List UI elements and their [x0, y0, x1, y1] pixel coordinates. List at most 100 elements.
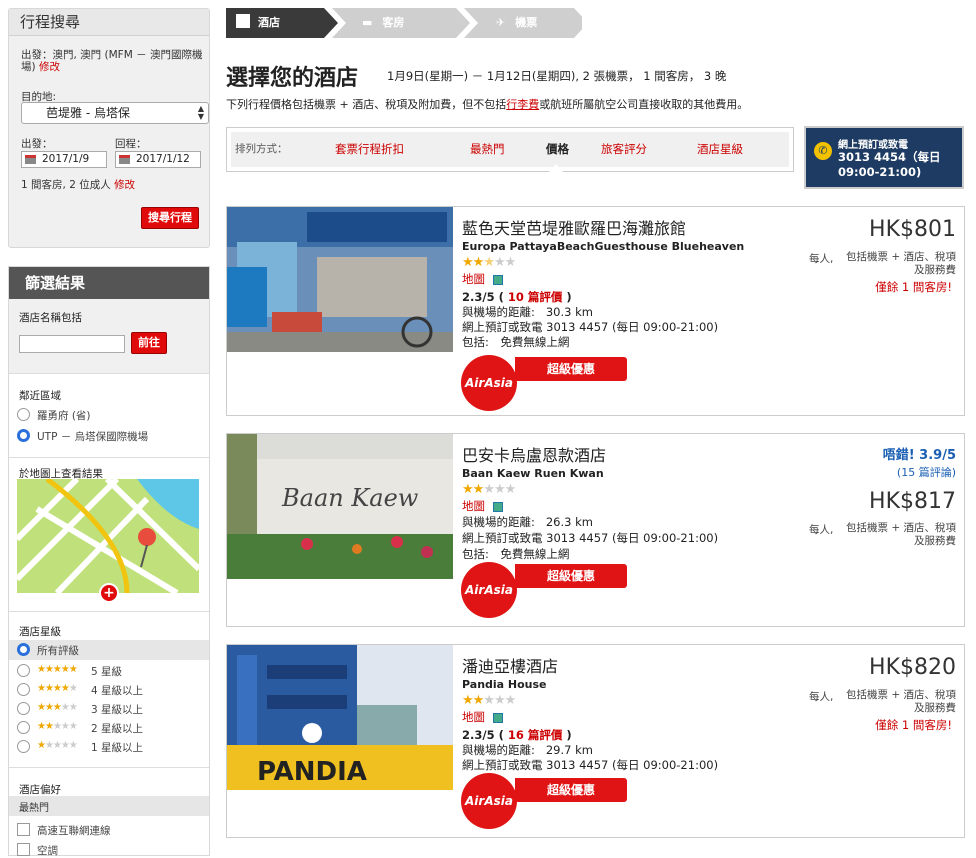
preference-label: 酒店偏好 [19, 784, 61, 796]
search-panel: 行程搜尋 出發：澳門, 澳門 (MFM － 澳門國際機場) 修改 目的地: 芭堤… [8, 8, 210, 248]
pref-checkbox-internet[interactable] [17, 823, 30, 836]
building-icon [236, 14, 250, 28]
phone-booking-box: ✆ 網上預訂或致電 3013 4454（每日 09:00-21:00) [804, 126, 964, 189]
baggage-fee-link[interactable]: 行李費 [506, 98, 539, 111]
svg-text:Baan Kaew: Baan Kaew [281, 484, 419, 512]
origin-text: 出發：澳門, 澳門 (MFM － 澳門國際機場) 修改 [21, 49, 203, 73]
map-link[interactable]: 地圖 [462, 271, 485, 287]
select-arrows-icon: ▲ ▼ [197, 104, 204, 121]
edit-origin-link[interactable]: 修改 [39, 61, 60, 73]
return-date-input[interactable]: 2017/1/12 [115, 151, 201, 168]
star-option: 4 星級以上 [91, 685, 144, 697]
star-option: 2 星級以上 [91, 723, 144, 735]
name-filter-section: 酒店名稱包括 前往 [9, 299, 209, 373]
area-section: 鄰近區域 羅勇府 (省) UTP － 烏塔保國際機場 [9, 373, 209, 459]
area-label: 鄰近區域 [19, 390, 61, 402]
phone-line3: 09:00-21:00) [838, 165, 922, 179]
distance-text: 與機場的距離: 30.3 km [462, 305, 593, 319]
hotel-photo[interactable] [227, 207, 453, 352]
star-radio-5[interactable] [17, 664, 30, 677]
sort-stars[interactable]: 酒店星級 [697, 141, 743, 157]
phone-icon: ✆ [814, 142, 832, 160]
sort-discount[interactable]: 套票行程折扣 [335, 141, 404, 157]
pref-checkbox-aircon[interactable] [17, 843, 30, 856]
map-icon[interactable] [493, 502, 503, 512]
bed-icon: ▬ [362, 16, 373, 29]
area-radio-province[interactable] [17, 408, 30, 421]
hotel-name[interactable]: 藍色天堂芭堤雅歐羅巴海灘旅館 [462, 215, 686, 239]
rooms-left-text: 僅餘 1 間客房! [875, 280, 952, 294]
pref-option: 高速互聯網連線 [37, 825, 111, 837]
destination-select[interactable]: 芭堤雅 - 烏塔保 ▲ ▼ [21, 102, 209, 124]
hotel-name[interactable]: 巴安卡烏盧恩款酒店 [462, 442, 606, 466]
guests-text: 1 間客房, 2 位成人 修改 [21, 179, 136, 191]
airasia-logo: AirAsia [461, 562, 517, 618]
hotel-english-name: Europa PattayaBeachGuesthouse Blueheaven [462, 240, 745, 253]
star-option-all: 所有評級 [37, 645, 79, 657]
trip-summary: 1月9日(星期一) － 1月12日(星期四), 2 張機票， 1 間客房， 3 … [387, 69, 727, 83]
includes-text: 包括: 免費無線上網 [462, 335, 570, 349]
map-expand-icon[interactable]: + [99, 583, 119, 603]
edit-guests-link[interactable]: 修改 [114, 179, 135, 191]
per-person-text: 每人, [809, 524, 834, 536]
booking-phone-text: 網上預訂或致電 3013 4457 (每日 09:00-21:00) [462, 320, 719, 334]
star-rating-icon: ★★★★★ [37, 664, 78, 675]
star-radio-all[interactable] [17, 643, 30, 656]
area-option: UTP － 烏塔保國際機場 [37, 431, 149, 443]
star-option: 5 星級 [91, 666, 123, 678]
search-button[interactable]: 搜尋行程 [141, 207, 199, 229]
sort-price[interactable]: 價格 [546, 141, 569, 157]
sort-label: 排列方式： [235, 143, 288, 155]
star-radio-1[interactable] [17, 740, 30, 753]
hotel-price: HK$801 [869, 217, 956, 242]
active-sort-indicator [549, 164, 563, 172]
sort-popular[interactable]: 最熱門 [470, 141, 505, 157]
map-link[interactable]: 地圖 [462, 709, 485, 725]
map-link[interactable]: 地圖 [462, 498, 485, 514]
map-section: 於地圖上查看結果 + [9, 457, 209, 611]
plane-icon: ✈ [496, 16, 506, 29]
airasia-logo: AirAsia [461, 773, 517, 829]
step-hotel[interactable]: 酒店 [236, 8, 280, 38]
hotel-price: HK$820 [869, 655, 956, 680]
hotel-name-input[interactable] [19, 335, 125, 353]
review-score: 2.3/5 ( 10 篇評價 ) [462, 290, 572, 304]
reviews-link[interactable]: 16 篇評價 [508, 728, 563, 742]
map-thumbnail[interactable] [17, 479, 199, 593]
distance-text: 與機場的距離: 26.3 km [462, 515, 593, 529]
star-section: 酒店星級 所有評級 ★★★★★ 5 星級 ★★★★★ 4 星級以上 ★★★★★ … [9, 611, 209, 767]
hotel-photo[interactable]: PANDIA [227, 645, 453, 790]
price-includes-text: 包括機票 + 酒店、稅項及服務費 [846, 689, 956, 714]
booking-phone-text: 網上預訂或致電 3013 4457 (每日 09:00-21:00) [462, 758, 719, 772]
map-icon[interactable] [493, 275, 503, 285]
star-rating-icon: ★★★★★ [37, 683, 78, 694]
step-room[interactable]: ▬ 客房 [362, 8, 404, 38]
depart-date-input[interactable]: 2017/1/9 [21, 151, 107, 168]
map-icon[interactable] [493, 713, 503, 723]
area-radio-airport[interactable] [17, 429, 30, 442]
hotel-name[interactable]: 潘迪亞樓酒店 [462, 653, 558, 677]
price-includes-text: 包括機票 + 酒店、稅項及服務費 [846, 522, 956, 547]
star-rating-icon: ★★★★★ [462, 255, 516, 270]
svg-text:PANDIA: PANDIA [257, 757, 367, 787]
filter-panel-title: 篩選結果 [9, 267, 209, 299]
hotel-card[interactable]: Baan Kaew 巴安卡烏盧恩款酒店 Baan Kaew Ruen Kwan … [226, 433, 965, 627]
hotel-card[interactable]: PANDIA 潘迪亞樓酒店 Pandia House ★★★★★ 地圖 2.3/… [226, 644, 965, 838]
reviews-link[interactable]: 10 篇評價 [508, 290, 563, 304]
guest-reviews-link[interactable]: (15 篇評論) [897, 464, 956, 480]
star-radio-2[interactable] [17, 721, 30, 734]
sort-rating[interactable]: 旅客評分 [601, 141, 647, 157]
star-radio-4[interactable] [17, 683, 30, 696]
go-button[interactable]: 前往 [131, 332, 167, 354]
star-label: 酒店星級 [19, 626, 61, 638]
step-flight[interactable]: ✈ 機票 [496, 8, 537, 38]
page-title: 選擇您的酒店 [226, 66, 359, 91]
hotel-card[interactable]: 藍色天堂芭堤雅歐羅巴海灘旅館 Europa PattayaBeachGuesth… [226, 206, 965, 416]
per-person-text: 每人, [809, 253, 834, 265]
name-filter-label: 酒店名稱包括 [19, 312, 82, 324]
calendar-icon [25, 155, 36, 164]
hotel-photo[interactable]: Baan Kaew [227, 434, 453, 579]
star-radio-3[interactable] [17, 702, 30, 715]
filter-panel: 篩選結果 酒店名稱包括 前往 鄰近區域 羅勇府 (省) UTP － 烏塔保國際機… [8, 266, 210, 857]
preference-section: 酒店偏好 最熱門 高速互聯網連線 空調 [9, 767, 209, 857]
